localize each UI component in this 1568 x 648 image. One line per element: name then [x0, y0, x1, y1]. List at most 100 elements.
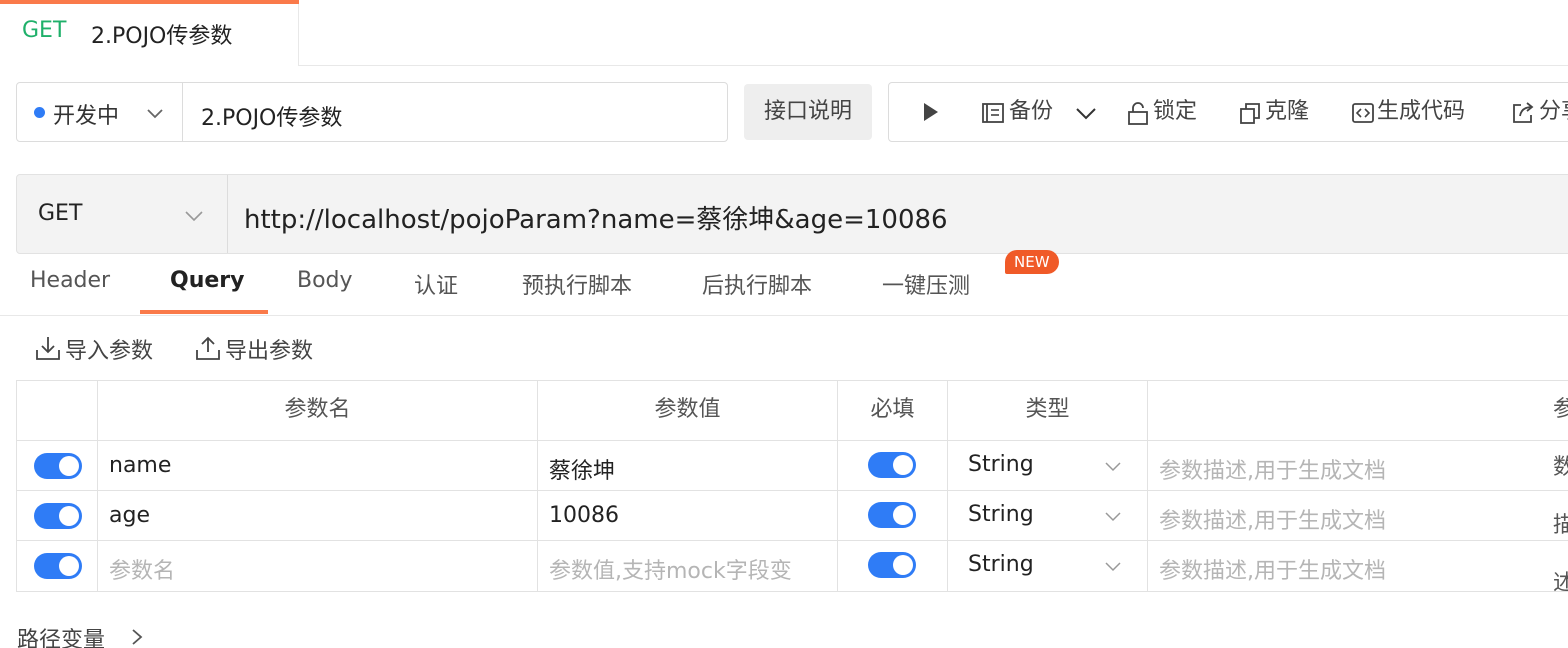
param-desc-cell[interactable]: 参数描述,用于生成文档	[1148, 441, 1568, 491]
api-name-input[interactable]: 2.POJO传参数	[201, 100, 342, 132]
table-row	[17, 541, 98, 591]
clone-button[interactable]: 克隆	[1239, 98, 1319, 126]
generate-code-button[interactable]: 生成代码	[1351, 98, 1481, 126]
type-value: String	[968, 552, 1034, 577]
table-row	[17, 491, 98, 541]
required-cell	[838, 491, 948, 541]
chevron-down-icon	[185, 211, 203, 222]
code-icon	[1352, 103, 1374, 123]
method-select[interactable]: GET	[17, 175, 228, 253]
type-select[interactable]: String	[948, 541, 1148, 591]
required-cell	[838, 541, 948, 591]
new-badge: NEW	[1005, 250, 1059, 274]
active-tab-indicator	[140, 310, 268, 314]
import-params-button[interactable]: 导入参数	[35, 333, 165, 364]
share-button[interactable]: 分享	[1511, 98, 1568, 126]
request-tab[interactable]: GET 2.POJO传参数	[0, 0, 299, 66]
chevron-down-icon	[1076, 108, 1096, 120]
export-params-button[interactable]: 导出参数	[195, 333, 325, 364]
download-icon	[36, 337, 60, 360]
table-header-required: 必填	[838, 381, 948, 441]
lock-icon	[1128, 102, 1148, 125]
param-name: name	[109, 453, 172, 478]
lock-label: 锁定	[1153, 99, 1198, 124]
param-value-cell[interactable]: 10086	[538, 491, 838, 541]
type-select[interactable]: String	[948, 491, 1148, 541]
enable-toggle[interactable]	[34, 453, 82, 479]
status-name-group: 开发中 2.POJO传参数	[16, 82, 728, 142]
table-header-toggle	[17, 381, 98, 441]
param-value: 蔡徐坤	[549, 459, 616, 484]
actions-toolbar: 备份 锁定 克隆 生成代码 分享	[888, 82, 1568, 142]
tab-stress-test[interactable]: 一键压测	[882, 268, 970, 300]
chevron-down-icon	[1105, 562, 1121, 572]
import-params-label: 导入参数	[65, 339, 154, 364]
param-desc-placeholder: 参数描述,用于生成文档	[1159, 509, 1386, 534]
param-desc-cell[interactable]: 参数描述,用于生成文档	[1148, 541, 1568, 591]
enable-toggle[interactable]	[34, 503, 82, 529]
copy-icon	[1240, 103, 1260, 124]
run-button[interactable]	[919, 98, 943, 126]
table-header-desc: 参数描述	[1148, 381, 1568, 596]
chevron-down-icon	[147, 109, 163, 119]
share-label: 分享	[1539, 99, 1568, 124]
tab-body[interactable]: Body	[297, 268, 353, 293]
backup-label: 备份	[1009, 99, 1054, 124]
status-label: 开发中	[53, 104, 120, 129]
method-label: GET	[38, 201, 83, 226]
table-header-value: 参数值	[538, 381, 838, 441]
request-subtabs: Header Query Body 认证 预执行脚本 后执行脚本 一键压测 NE…	[0, 250, 1568, 316]
status-dot-icon	[34, 107, 45, 118]
param-desc-cell[interactable]: 参数描述,用于生成文档	[1148, 491, 1568, 541]
enable-toggle[interactable]	[34, 553, 82, 579]
share-icon	[1513, 102, 1534, 123]
status-select[interactable]: 开发中	[17, 83, 183, 141]
table-header-name: 参数名	[98, 381, 538, 441]
play-icon	[924, 103, 938, 121]
required-toggle[interactable]	[868, 552, 916, 578]
param-desc-placeholder: 参数描述,用于生成文档	[1159, 459, 1386, 484]
params-table: 参数名 参数值 必填 类型 参数描述 name 蔡徐坤 String 参数描述,…	[16, 380, 1568, 596]
type-value: String	[968, 452, 1034, 477]
param-name-placeholder: 参数名	[109, 559, 176, 584]
param-value-placeholder: 参数值,支持mock字段变	[549, 559, 792, 584]
tab-bar: GET 2.POJO传参数	[0, 0, 1568, 66]
api-doc-button[interactable]: 接口说明	[744, 84, 872, 140]
type-select[interactable]: String	[948, 441, 1148, 491]
chevron-right-icon	[132, 629, 143, 645]
param-desc-placeholder: 参数描述,用于生成文档	[1159, 559, 1386, 584]
chevron-down-icon	[1105, 512, 1121, 522]
url-input[interactable]: http://localhost/pojoParam?name=蔡徐坤&age=…	[244, 199, 948, 236]
tab-method-label: GET	[22, 18, 67, 43]
table-row	[17, 441, 98, 491]
backup-button[interactable]: 备份	[981, 98, 1099, 126]
tab-auth[interactable]: 认证	[414, 268, 458, 300]
param-name: age	[109, 503, 150, 528]
param-name-cell[interactable]: 参数名	[98, 541, 538, 591]
path-variables-label: 路径变量	[17, 628, 106, 648]
required-toggle[interactable]	[868, 452, 916, 478]
tab-pre-script[interactable]: 预执行脚本	[522, 268, 632, 300]
tab-header[interactable]: Header	[30, 268, 110, 293]
path-variables-toggle[interactable]: 路径变量	[17, 622, 143, 648]
param-value: 10086	[549, 503, 619, 528]
required-toggle[interactable]	[868, 502, 916, 528]
upload-icon	[196, 336, 220, 360]
url-bar: GET http://localhost/pojoParam?name=蔡徐坤&…	[16, 174, 1568, 254]
param-value-cell[interactable]: 参数值,支持mock字段变	[538, 541, 838, 591]
document-icon	[982, 103, 1004, 123]
param-value-cell[interactable]: 蔡徐坤	[538, 441, 838, 491]
clone-label: 克隆	[1265, 99, 1310, 124]
required-cell	[838, 441, 948, 491]
tab-query[interactable]: Query	[170, 268, 244, 293]
chevron-down-icon	[1105, 462, 1121, 472]
generate-code-label: 生成代码	[1377, 99, 1466, 124]
table-header-type: 类型	[948, 381, 1148, 441]
type-value: String	[968, 502, 1034, 527]
tab-title: 2.POJO传参数	[91, 24, 233, 49]
param-name-cell[interactable]: name	[98, 441, 538, 491]
param-name-cell[interactable]: age	[98, 491, 538, 541]
export-params-label: 导出参数	[225, 339, 314, 364]
tab-post-script[interactable]: 后执行脚本	[702, 268, 812, 300]
lock-button[interactable]: 锁定	[1127, 98, 1207, 126]
